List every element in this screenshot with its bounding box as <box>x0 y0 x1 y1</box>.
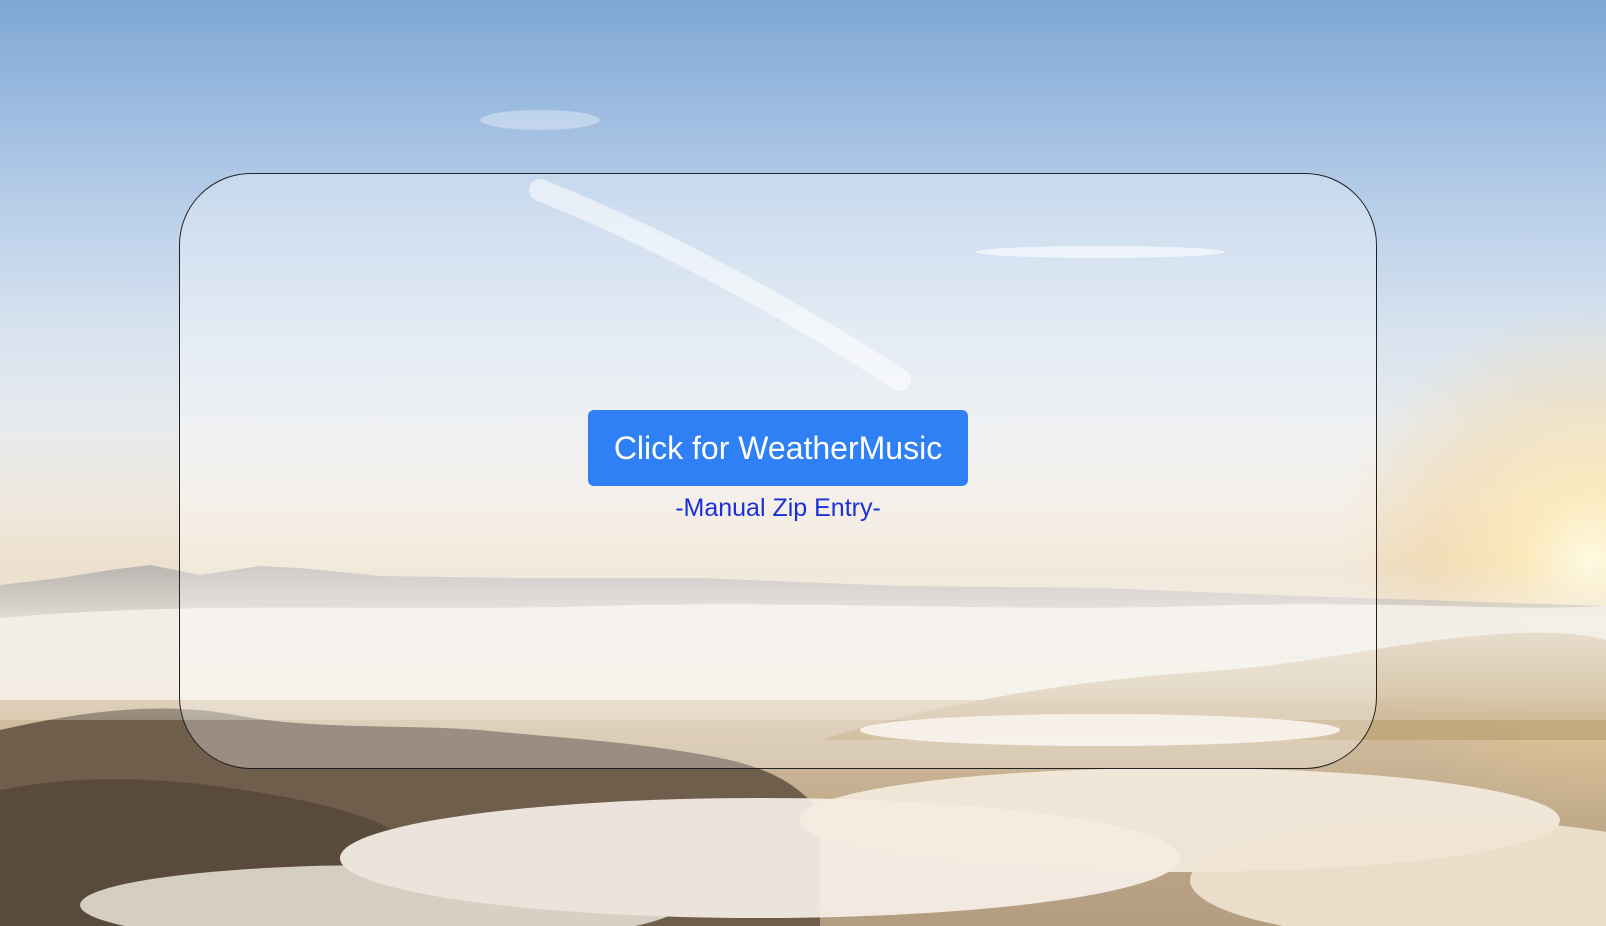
manual-zip-entry-link[interactable]: -Manual Zip Entry- <box>600 494 956 523</box>
cloud-wisp <box>480 110 600 130</box>
weathermusic-button[interactable]: Click for WeatherMusic <box>588 410 968 486</box>
